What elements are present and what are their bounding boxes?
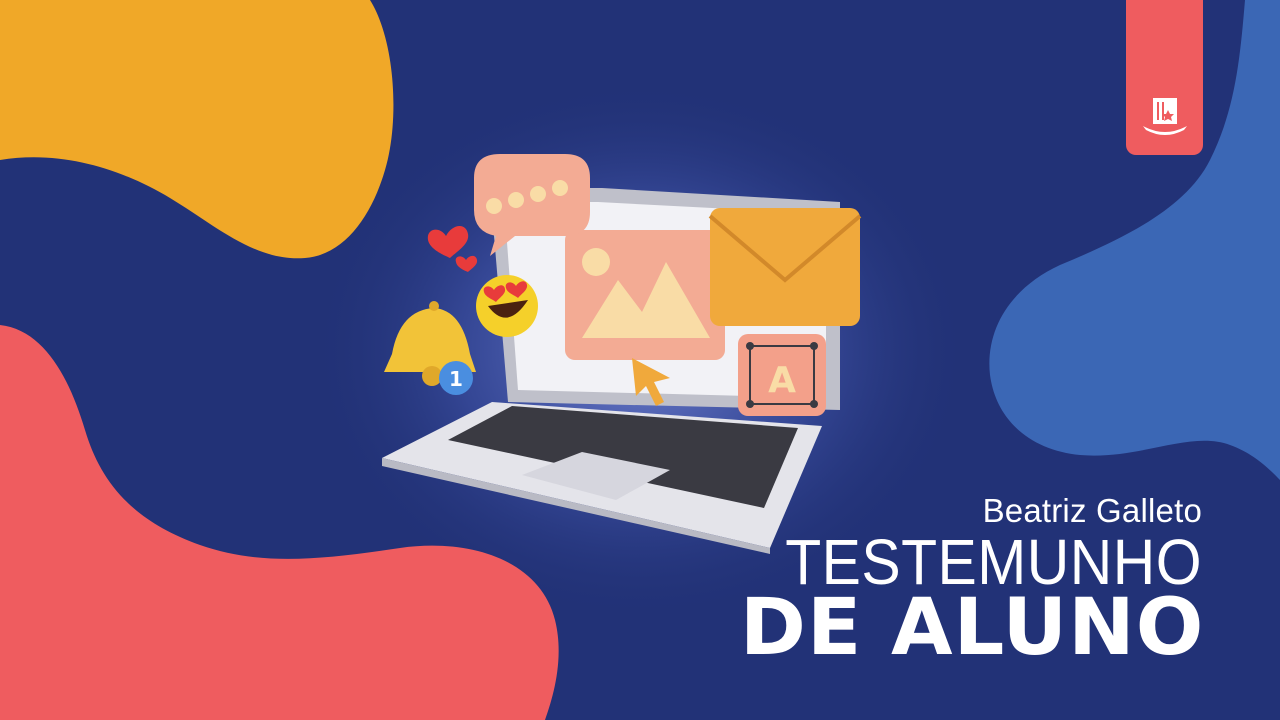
text-tile-letter: A [768,360,796,401]
laptop-illustration: A 1 [382,154,862,554]
title-line-2: DE ALUNO [739,583,1204,673]
thumbnail-canvas: A 1 Beatriz Galleto TESTEMUNHO DE ALUNO [0,0,1280,720]
heart-icon [427,225,469,258]
heart-small-icon [455,255,478,272]
author-name: Beatriz Galleto [982,492,1202,529]
envelope-icon [710,208,860,326]
image-sun [582,248,610,276]
notification-count: 1 [449,367,463,391]
brand-badge [1126,0,1203,155]
image-card [565,230,725,360]
top-hat-logo-icon [1143,98,1187,135]
